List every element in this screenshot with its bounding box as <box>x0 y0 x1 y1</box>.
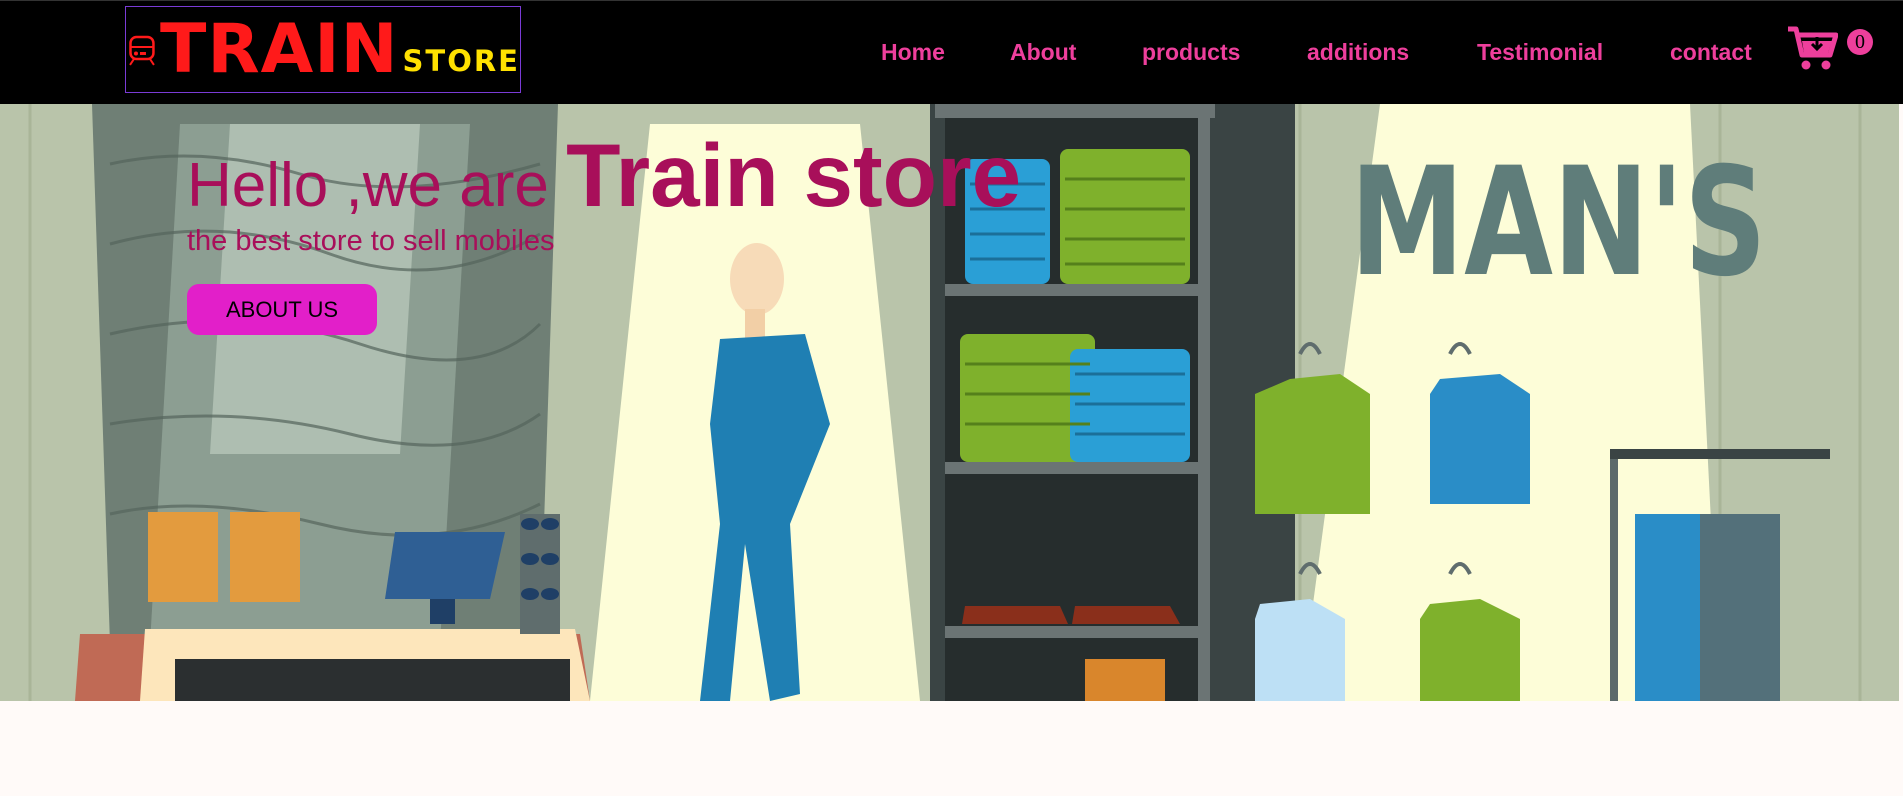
brand-train-text: TRAIN <box>159 9 399 89</box>
train-icon <box>129 35 155 66</box>
nav-testimonial[interactable]: Testimonial <box>1477 39 1603 66</box>
hero-title-intro: Hello ,we are <box>187 151 567 220</box>
about-us-button[interactable]: ABOUT US <box>187 284 377 335</box>
nav-products[interactable]: products <box>1142 39 1240 66</box>
hero-title: Hello ,we are Train store <box>187 124 1021 227</box>
cart-download-icon[interactable] <box>1786 25 1838 71</box>
brand-store-text: STORE <box>402 43 520 78</box>
brand-logo[interactable]: TRAIN STORE <box>125 6 521 93</box>
page-body-area <box>0 701 1903 796</box>
nav-about[interactable]: About <box>1010 39 1076 66</box>
hero-subtitle: the best store to sell mobiles <box>187 225 555 257</box>
nav-additions[interactable]: additions <box>1307 39 1409 66</box>
nav-contact[interactable]: contact <box>1670 39 1752 66</box>
nav-home[interactable]: Home <box>881 39 945 66</box>
cart-count-badge: 0 <box>1847 29 1873 55</box>
hero-title-brand: Train store <box>566 125 1022 225</box>
navbar: TRAIN STORE Home About products addition… <box>0 0 1903 104</box>
mans-sign: MAN'S <box>1350 135 1767 310</box>
hero-banner: MAN'S Hello ,we are Train store the best… <box>0 104 1899 701</box>
